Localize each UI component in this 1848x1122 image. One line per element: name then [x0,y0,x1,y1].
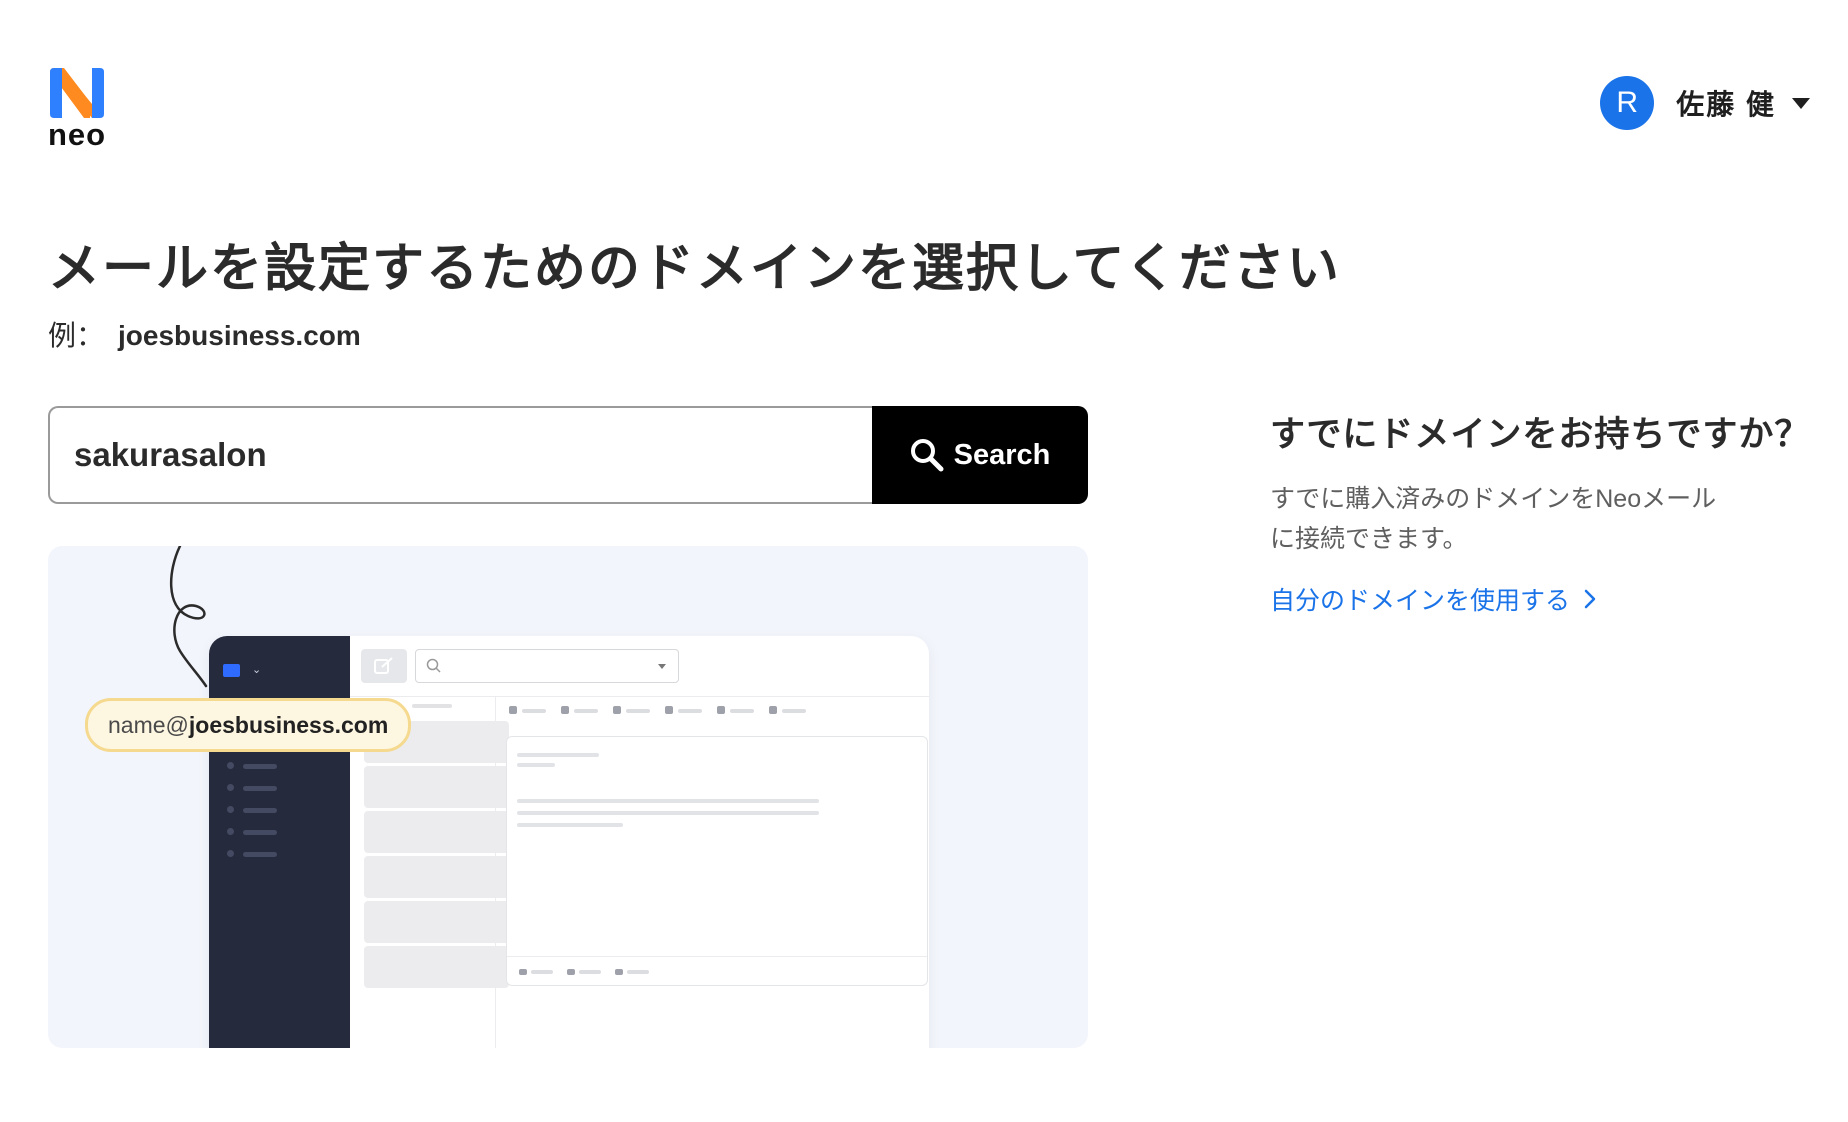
chevron-right-icon [1584,589,1596,609]
page: neo R 佐藤 健 メールを設定するためのドメインを選択してください 例： jo… [0,0,1848,1122]
use-own-domain-label: 自分のドメインを使用する [1270,587,1571,615]
chevron-down-icon: ⌄ [252,664,262,676]
example-line: 例： joesbusiness.com [48,314,361,354]
search-icon [910,439,944,472]
mockup-search-box [415,649,679,683]
existing-domain-description: すでに購入済みのドメインをNeoメールに接続できます。 [1270,485,1717,553]
example-prefix: 例： [48,320,105,351]
domain-search-bar: Search [48,406,1088,504]
example-domain: joesbusiness.com [118,320,361,351]
domain-search-input[interactable] [48,406,872,504]
email-illustration: ⌄ name@ joesbusiness.com [48,546,1088,1048]
neo-logo[interactable]: neo [48,66,112,150]
caret-down-icon [1792,97,1810,109]
mail-icon [223,664,240,677]
user-name: 佐藤 健 [1676,89,1776,120]
avatar: R [1600,76,1655,130]
mockup-toolbar [509,705,919,717]
search-button-label: Search [953,438,1051,471]
user-menu[interactable]: R 佐藤 健 [1600,76,1810,130]
email-address-pill: name@ joesbusiness.com [85,698,412,752]
page-title: メールを設定するためのドメインを選択してください [48,240,1341,298]
search-button[interactable]: Search [872,406,1088,504]
compose-icon [361,649,407,683]
use-own-domain-link[interactable]: 自分のドメインを使用する [1270,581,1596,617]
brand-name: neo [48,117,107,152]
existing-domain-title: すでにドメインをお持ちですか？ [1270,415,1811,454]
email-domain: joesbusiness.com [188,711,389,738]
existing-domain-panel: すでにドメインをお持ちですか？ すでに購入済みのドメインをNeoメールに接続でき… [1270,406,1830,617]
email-user: name@ [108,711,189,738]
neo-logo-icon [50,68,104,118]
mockup-reading-pane [506,736,928,986]
search-icon [426,658,441,673]
